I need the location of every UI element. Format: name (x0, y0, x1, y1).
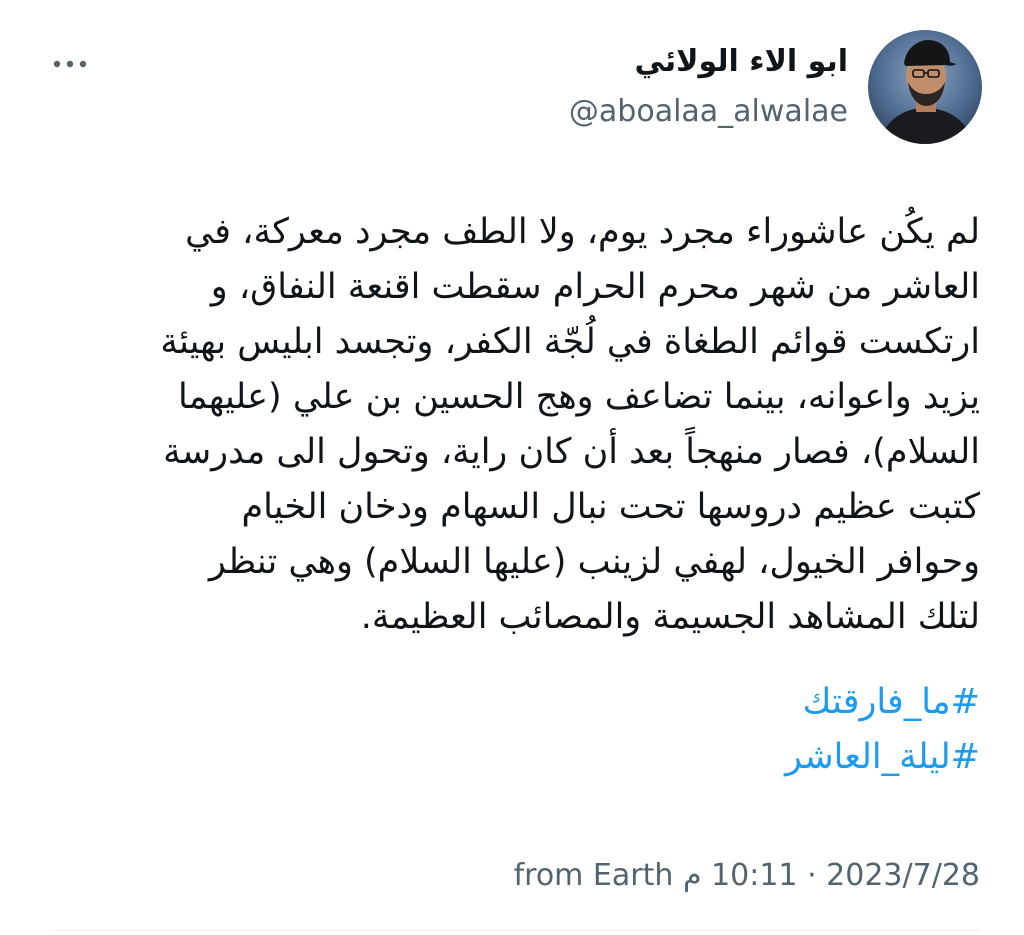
tweet-line: كتبت عظيم دروسها تحت نبال السهام ودخان ا… (241, 487, 980, 527)
tweet-date[interactable]: 2023/7/28 (826, 858, 980, 893)
tweet-line: ارتكست قوائم الطغاة في لُجّة الكفر، وتجس… (160, 322, 980, 362)
tweet-metadata: from Earth 10:11 م · 2023/7/28 (514, 858, 980, 893)
more-horizontal-icon (53, 60, 87, 68)
tweet-line: لتلك المشاهد الجسيمة والمصائب العظيمة. (360, 597, 980, 637)
divider (50, 930, 980, 931)
author-handle[interactable]: @aboalaa_alwalae (569, 94, 848, 129)
meta-separator: · (807, 858, 817, 893)
tweet-time[interactable]: 10:11 م (683, 858, 798, 893)
avatar[interactable] (868, 30, 982, 144)
tweet-line: العاشر من شهر محرم الحرام سقطت اقنعة الن… (210, 267, 980, 307)
author-name[interactable]: ابو الاء الولائي (634, 44, 848, 79)
tweet-line: يزيد واعوانه، بينما تضاعف وهج الحسين بن … (177, 377, 980, 417)
tweet-text: لم يكُن عاشوراء مجرد يوم، ولا الطف مجرد … (80, 205, 980, 645)
tweet-location: from Earth (513, 858, 674, 893)
hashtag-link[interactable]: #ما_فارقتك (803, 675, 980, 730)
hashtag-link[interactable]: #ليلة_العاشر (785, 730, 980, 785)
profile-photo (868, 30, 982, 144)
tweet-line: لم يكُن عاشوراء مجرد يوم، ولا الطف مجرد … (185, 212, 980, 252)
tweet-line: وحوافر الخيول، لهفي لزينب (عليها السلام)… (208, 542, 980, 582)
more-options-button[interactable] (50, 52, 90, 76)
tweet-line: السلام)، فصار منهجاً بعد أن كان راية، وت… (163, 432, 980, 472)
